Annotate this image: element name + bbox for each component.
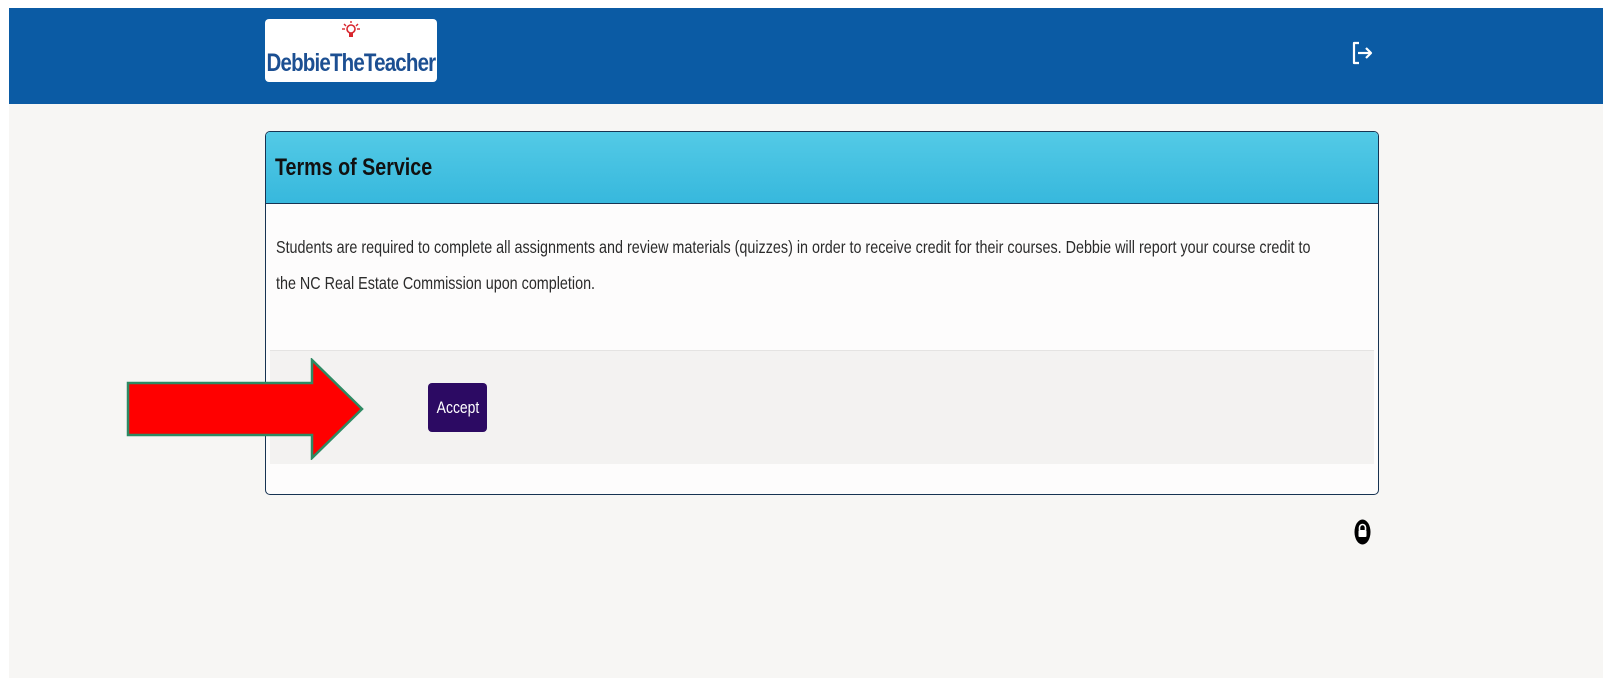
terms-card-footer: Accept	[270, 350, 1374, 464]
red-arrow-annotation	[126, 358, 364, 460]
left-strip	[0, 0, 9, 678]
lock-icon[interactable]	[1354, 519, 1371, 545]
terms-title: Terms of Service	[275, 154, 433, 181]
terms-card-header: Terms of Service	[266, 132, 1378, 204]
logo[interactable]: DebbieTheTeacher	[265, 19, 437, 82]
lightbulb-icon	[342, 21, 360, 37]
accept-button-label: Accept	[436, 397, 479, 417]
accept-button[interactable]: Accept	[428, 383, 487, 432]
terms-card: Terms of Service Students are required t…	[265, 131, 1379, 495]
logout-icon[interactable]	[1350, 40, 1374, 66]
terms-body: Students are required to complete all as…	[276, 237, 1311, 293]
top-strip	[0, 0, 1603, 8]
logo-text: DebbieTheTeacher	[266, 49, 437, 77]
